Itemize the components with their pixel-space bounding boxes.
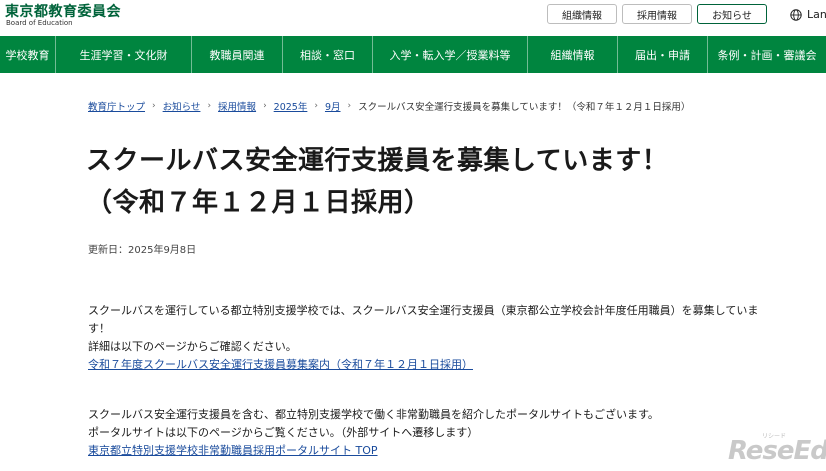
body-text: スクールバス安全運行支援員を含む、都立特別支援学校で働く非常勤職員を紹介したポー… xyxy=(88,408,659,421)
site-header: 東京都教育委員会 Board of Education 組織情報 採用情報 お知… xyxy=(0,0,826,36)
chevron-right-icon: › xyxy=(314,101,318,111)
site-logo-title[interactable]: 東京都教育委員会 xyxy=(5,1,121,21)
body-text: スクールバスを運行している都立特別支援学校では、スクールバス安全運行支援員（東京… xyxy=(88,304,759,317)
portal-site-link[interactable]: 東京都立特別支援学校非常勤職員採用ポータルサイト TOP xyxy=(88,444,378,457)
breadcrumb: 教育庁トップ › お知らせ › 採用情報 › 2025年 › 9月 › スクール… xyxy=(88,99,690,113)
nav-item-school-education[interactable]: 学校教育 xyxy=(0,36,56,73)
language-label: Lan xyxy=(807,8,826,21)
chevron-right-icon: › xyxy=(263,101,267,111)
global-nav: 学校教育 生涯学習・文化財 教職員関連 相談・窓口 入学・転入学／授業料等 組織… xyxy=(0,36,826,73)
nav-item-lifelong-learning[interactable]: 生涯学習・文化財 xyxy=(56,36,192,73)
site-logo-subtitle: Board of Education xyxy=(6,19,73,27)
chevron-right-icon: › xyxy=(347,101,352,111)
page-title-line2: （令和７年１２月１日採用） xyxy=(86,188,431,218)
language-selector[interactable]: Lan xyxy=(790,8,826,21)
recruitment-guide-link[interactable]: 令和７年度スクールバス安全運行支援員募集案内（令和７年１２月１日採用） xyxy=(88,358,473,371)
watermark-logo: ReseEd xyxy=(728,436,826,466)
breadcrumb-link-recruitment[interactable]: 採用情報 xyxy=(218,99,256,113)
breadcrumb-link-top[interactable]: 教育庁トップ xyxy=(88,99,145,113)
header-link-news[interactable]: お知らせ xyxy=(697,4,767,24)
breadcrumb-link-year[interactable]: 2025年 xyxy=(274,99,308,113)
page-title-line1: スクールバス安全運行支援員を募集しています！ xyxy=(86,146,669,176)
chevron-right-icon: › xyxy=(152,101,156,111)
body-text: す！ xyxy=(88,322,110,335)
nav-item-admission[interactable]: 入学・転入学／授業料等 xyxy=(373,36,528,73)
body-text: ポータルサイトは以下のページからご覧ください。（外部サイトへ遷移します） xyxy=(88,426,479,439)
header-link-organization[interactable]: 組織情報 xyxy=(547,4,617,24)
body-text: 詳細は以下のページからご確認ください。 xyxy=(88,340,297,353)
breadcrumb-link-month[interactable]: 9月 xyxy=(325,99,341,113)
nav-item-consultation[interactable]: 相談・窓口 xyxy=(283,36,373,73)
breadcrumb-link-news[interactable]: お知らせ xyxy=(163,99,201,113)
body-paragraph-1: スクールバスを運行している都立特別支援学校では、スクールバス安全運行支援員（東京… xyxy=(88,302,788,374)
nav-item-applications[interactable]: 届出・申請 xyxy=(618,36,708,73)
nav-item-ordinances[interactable]: 条例・計画・審議会 xyxy=(708,36,826,73)
header-link-recruitment[interactable]: 採用情報 xyxy=(622,4,692,24)
chevron-right-icon: › xyxy=(207,101,212,111)
nav-item-organization[interactable]: 組織情報 xyxy=(528,36,618,73)
page-title: スクールバス安全運行支援員を募集しています！ （令和７年１２月１日採用） xyxy=(86,140,786,224)
updated-date: 更新日：2025年9月8日 xyxy=(88,245,197,256)
nav-item-staff[interactable]: 教職員関連 xyxy=(192,36,283,73)
body-paragraph-2: スクールバス安全運行支援員を含む、都立特別支援学校で働く非常勤職員を紹介したポー… xyxy=(88,406,788,460)
globe-icon xyxy=(790,8,802,21)
breadcrumb-current: スクールバス安全運行支援員を募集しています！（令和７年１２月１日採用） xyxy=(358,102,691,113)
